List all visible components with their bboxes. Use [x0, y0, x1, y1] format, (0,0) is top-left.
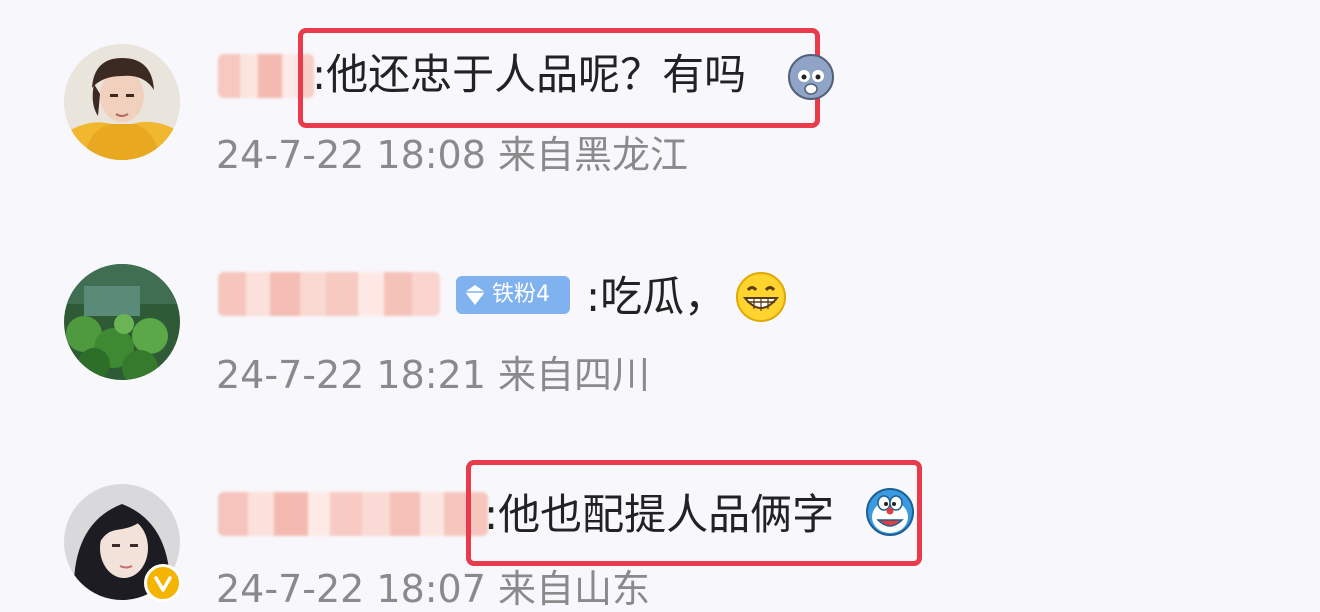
diamond-icon	[465, 285, 485, 305]
grinning-face-emoji	[734, 270, 788, 328]
fan-level-badge[interactable]: 铁粉4	[456, 276, 570, 314]
comment-timestamp: 24-7-22 18:07 来自山东	[216, 567, 650, 611]
comment-item: :他也配提人品俩字 24-7-22 18:07 来自山东	[0, 0, 1320, 611]
comment-text: :吃瓜，	[586, 272, 727, 321]
highlight-box	[466, 460, 922, 566]
comment-timestamp: 24-7-22 18:21 来自四川	[216, 353, 650, 397]
verified-badge-icon	[144, 564, 182, 602]
fan-badge-label: 铁粉4	[492, 282, 550, 307]
username-blurred[interactable]	[218, 492, 488, 536]
doraemon-emoji	[864, 486, 916, 542]
user-avatar[interactable]	[64, 264, 180, 380]
username-blurred[interactable]	[218, 272, 440, 316]
